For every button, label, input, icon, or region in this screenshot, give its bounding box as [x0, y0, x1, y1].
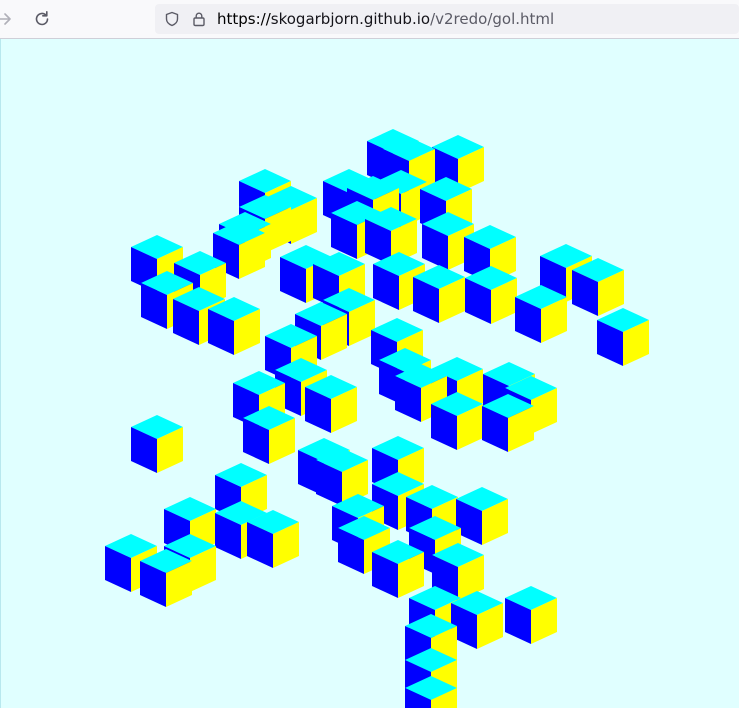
cube-cell	[515, 285, 567, 343]
cube-cell	[597, 308, 649, 366]
cube-cell	[247, 510, 299, 568]
reload-icon[interactable]	[32, 9, 52, 29]
url-protocol: https://	[217, 10, 271, 28]
cube-cell	[505, 586, 557, 644]
cube-cell	[482, 394, 534, 452]
lock-icon[interactable]	[191, 11, 207, 27]
browser-toolbar: https://skogarbjorn.github.io/v2redo/gol…	[0, 0, 739, 39]
cube-cell	[305, 375, 357, 433]
cube-cell	[208, 297, 260, 355]
cube-cell	[465, 266, 517, 324]
url-path: /v2redo/gol.html	[430, 10, 555, 28]
url-bar[interactable]: https://skogarbjorn.github.io/v2redo/gol…	[155, 4, 739, 34]
cube-cell	[572, 258, 624, 316]
cube-cell	[456, 487, 508, 545]
shield-icon[interactable]	[164, 11, 180, 27]
cube-cell	[131, 415, 183, 473]
cube-cell	[431, 392, 483, 450]
arrow-right-icon[interactable]	[0, 9, 14, 29]
cube-cell	[140, 549, 192, 607]
url-host: skogarbjorn.github.io	[270, 10, 431, 28]
cube-cell	[372, 540, 424, 598]
game-of-life-canvas[interactable]	[0, 39, 739, 708]
cube-cell	[243, 406, 295, 464]
cube-cell	[413, 265, 465, 323]
cube-cell	[451, 591, 503, 649]
url-text[interactable]: https://skogarbjorn.github.io/v2redo/gol…	[217, 10, 554, 28]
isometric-cube-scene	[105, 129, 649, 708]
